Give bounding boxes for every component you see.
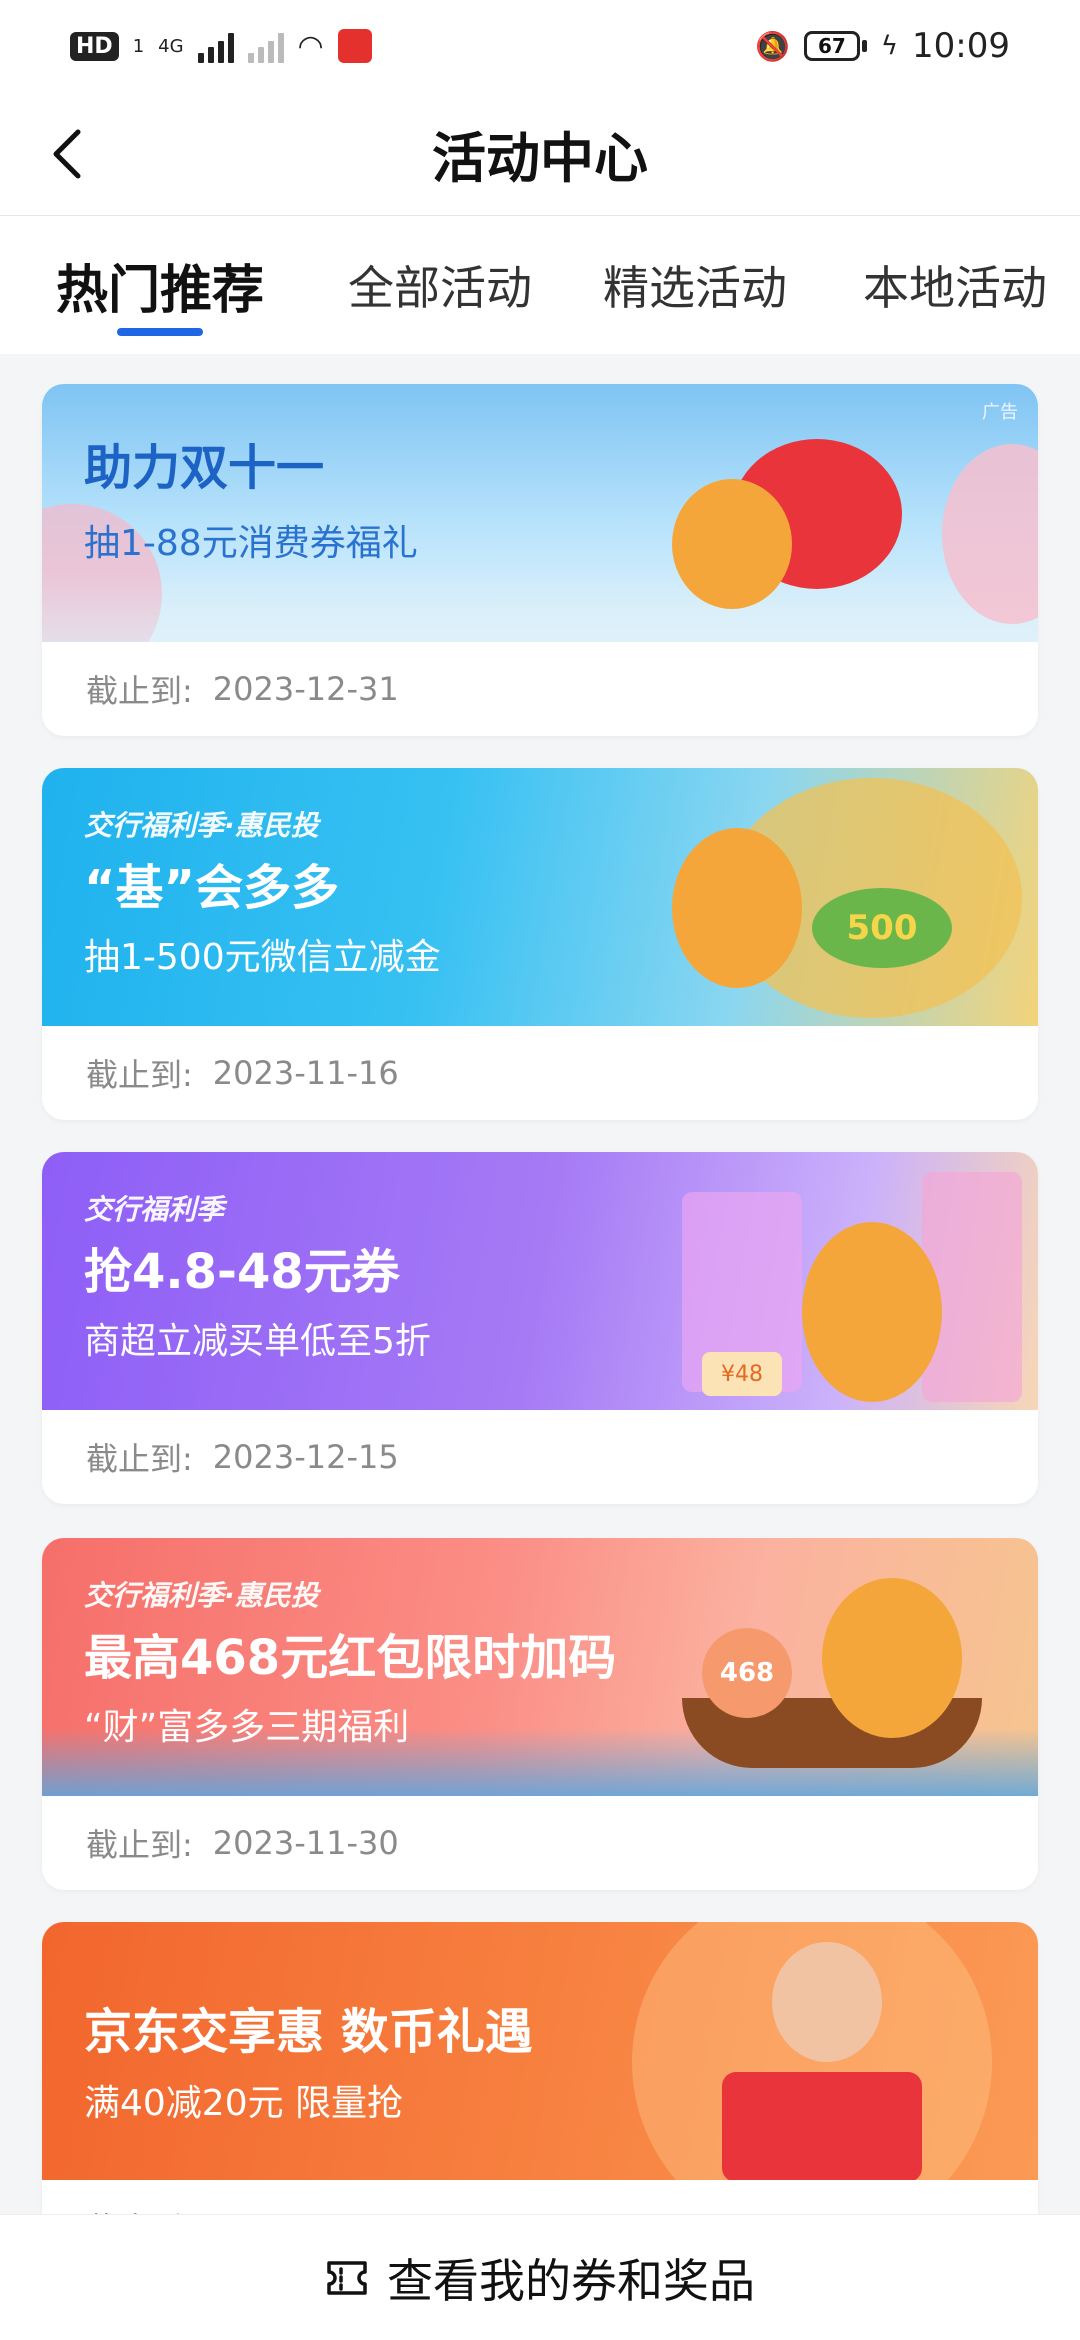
ad-label: 广告: [982, 402, 1018, 423]
clock: 10:09: [912, 26, 1010, 66]
tab-selected[interactable]: 精选活动: [560, 216, 830, 354]
coupon-500-badge: 500: [812, 888, 952, 968]
card-footer: 截止到: 2023-11-30: [42, 1796, 1038, 1890]
activity-card[interactable]: 京东交享惠 数币礼遇 满40减20元 限量抢 截止到: 2023-11-30: [42, 1922, 1038, 2214]
deadline-label: 截止到:: [86, 2204, 193, 2214]
card-footer: 截止到: 2023-12-31: [42, 642, 1038, 736]
activity-card[interactable]: 468 交行福利季·惠民投 最高468元红包限时加码 “财”富多多三期福利 截止…: [42, 1538, 1038, 1890]
tab-label: 精选活动: [603, 261, 787, 315]
activity-card[interactable]: 广告 助力双十一 抽1-88元消费券福礼 截止到: 2023-12-31: [42, 384, 1038, 736]
deadline-date: 2023-11-30: [212, 1824, 399, 1862]
banner-title: 京东交享惠 数币礼遇: [84, 2004, 533, 2060]
deadline-label: 截止到:: [86, 1440, 193, 1478]
red-packet-468-badge: 468: [702, 1628, 792, 1718]
chevron-left-icon: [53, 129, 81, 179]
tab-label: 热门推荐: [55, 260, 264, 321]
activity-banner[interactable]: ¥48 交行福利季 抢4.8-48元券 商超立减买单低至5折: [42, 1152, 1038, 1410]
sim-indicator: 1: [132, 35, 145, 57]
deadline-date: 2023-11-16: [212, 1054, 399, 1092]
activity-banner[interactable]: 500 交行福利季·惠民投 “基”会多多 抽1-500元微信立减金: [42, 768, 1038, 1026]
deadline-date: 2023-12-31: [212, 670, 399, 708]
activity-banner[interactable]: 广告 助力双十一 抽1-88元消费券福礼: [42, 384, 1038, 642]
mascot-illustration: [822, 1578, 962, 1738]
deadline-label: 截止到:: [86, 1826, 193, 1864]
banner-subtitle: 商超立减买单低至5折: [84, 1321, 431, 1362]
signal-icon: [197, 29, 234, 63]
banner-brand: 交行福利季: [84, 1193, 225, 1226]
mascot-illustration: [672, 479, 792, 609]
person-illustration: [772, 1942, 882, 2062]
app-header: 活动中心: [0, 92, 1080, 216]
banner-brand: 交行福利季·惠民投: [84, 809, 319, 842]
tab-label: 全部活动: [348, 261, 532, 315]
banner-title: 最高468元红包限时加码: [84, 1630, 617, 1686]
page-title: 活动中心: [432, 127, 648, 190]
signal-2-icon: [247, 29, 284, 63]
network-type: 4G: [158, 35, 184, 57]
battery-icon: 67: [803, 31, 867, 61]
status-left: HD 1 4G ◠: [70, 29, 372, 64]
deadline-label: 截止到:: [86, 672, 193, 710]
card-footer: 截止到: 2023-11-16: [42, 1026, 1038, 1120]
tab-local[interactable]: 本地活动: [830, 216, 1080, 354]
battery-level: 67: [803, 31, 860, 61]
gift-box-decoration: [722, 2072, 922, 2180]
card-footer: 截止到: 2023-12-15: [42, 1410, 1038, 1504]
banner-subtitle: 抽1-500元微信立减金: [84, 937, 441, 978]
mute-bell-icon: 🔕: [754, 29, 790, 63]
tab-bar: 热门推荐 全部活动 精选活动 本地活动: [0, 216, 1080, 354]
active-tab-indicator: [117, 328, 203, 336]
activity-banner[interactable]: 468 交行福利季·惠民投 最高468元红包限时加码 “财”富多多三期福利: [42, 1538, 1038, 1796]
tab-hot[interactable]: 热门推荐: [0, 216, 320, 354]
deadline-date: 2023-12-15: [212, 1438, 399, 1476]
activity-banner[interactable]: 京东交享惠 数币礼遇 满40减20元 限量抢: [42, 1922, 1038, 2180]
activity-list[interactable]: 广告 助力双十一 抽1-88元消费券福礼 截止到: 2023-12-31 500…: [0, 354, 1080, 2214]
status-right: 🔕 67 ϟ 10:09: [755, 26, 1010, 66]
tab-all[interactable]: 全部活动: [320, 216, 560, 354]
my-coupons-label: 查看我的券和奖品: [387, 2253, 755, 2308]
water-decoration: [42, 574, 1038, 642]
deadline-label: 截止到:: [86, 1056, 193, 1094]
banner-subtitle: “财”富多多三期福利: [84, 1707, 410, 1748]
wifi-icon: ◠: [297, 28, 324, 64]
coupon-badge: ¥48: [702, 1352, 782, 1396]
activity-card[interactable]: 500 交行福利季·惠民投 “基”会多多 抽1-500元微信立减金 截止到: 2…: [42, 768, 1038, 1120]
banner-subtitle: 抽1-88元消费券福礼: [84, 523, 418, 564]
status-bar: HD 1 4G ◠ 🔕 67 ϟ 10:09: [0, 0, 1080, 92]
banner-subtitle: 满40减20元 限量抢: [84, 2083, 404, 2124]
banner-brand: 交行福利季·惠民投: [84, 1579, 319, 1612]
my-coupons-bar[interactable]: 查看我的券和奖品: [0, 2214, 1080, 2340]
banner-title: 助力双十一: [84, 440, 325, 496]
back-button[interactable]: [28, 114, 108, 194]
mascot-illustration: [802, 1222, 942, 1402]
mascot-illustration: [672, 828, 802, 988]
hd-indicator: HD: [70, 31, 119, 61]
banner-title: 抢4.8-48元券: [84, 1244, 400, 1300]
charging-icon: ϟ: [880, 31, 899, 61]
tab-label: 本地活动: [863, 261, 1047, 315]
huawei-app-icon: [337, 29, 372, 63]
card-footer: 截止到: 2023-11-30: [42, 2180, 1038, 2214]
banner-title: “基”会多多: [84, 860, 340, 916]
ticket-icon: [327, 2260, 367, 2295]
activity-card[interactable]: ¥48 交行福利季 抢4.8-48元券 商超立减买单低至5折 截止到: 2023…: [42, 1152, 1038, 1504]
